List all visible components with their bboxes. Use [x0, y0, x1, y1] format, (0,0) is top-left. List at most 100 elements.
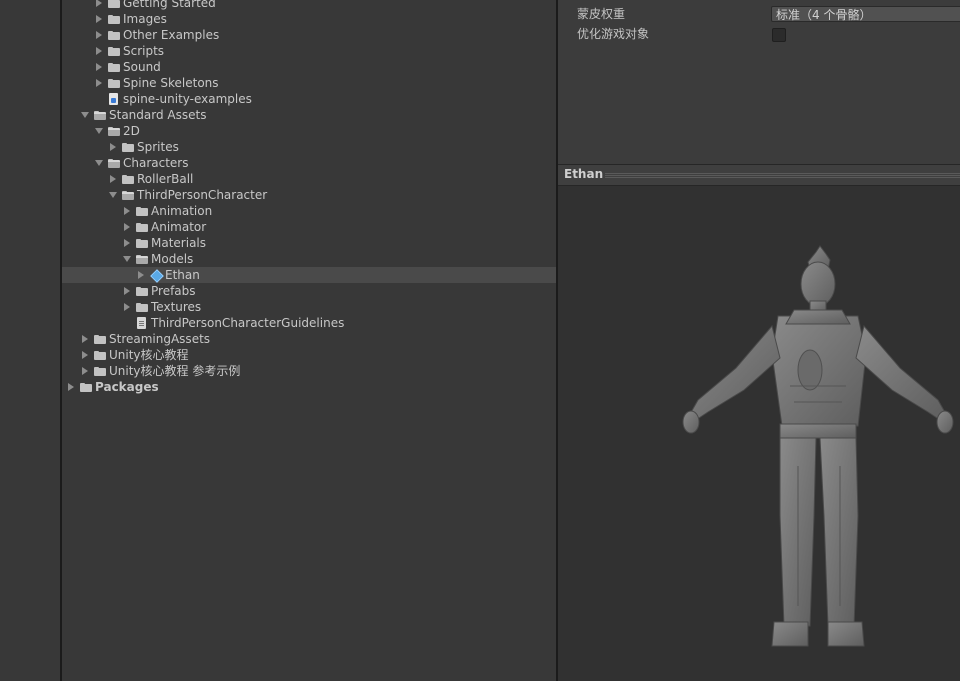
tree-row[interactable]: Sound	[62, 59, 556, 75]
folder-icon	[121, 171, 135, 187]
drag-grip	[605, 177, 960, 178]
tree-row[interactable]: spine-unity-examples	[62, 91, 556, 107]
left-side-panel	[0, 0, 60, 681]
tree-row[interactable]: Animation	[62, 203, 556, 219]
tree-row[interactable]: 2D	[62, 123, 556, 139]
tree-row[interactable]: Animator	[62, 219, 556, 235]
skin-weights-value: 标准（4 个骨骼）	[776, 8, 872, 22]
caret-right-icon[interactable]	[107, 139, 121, 155]
tree-row[interactable]: Characters	[62, 155, 556, 171]
tree-row[interactable]: ThirdPersonCharacterGuidelines	[62, 315, 556, 331]
preview-header[interactable]: Ethan	[558, 164, 960, 186]
tree-row[interactable]: Ethan	[62, 267, 556, 283]
folder-icon	[135, 219, 149, 235]
tree-row[interactable]: Models	[62, 251, 556, 267]
caret-right-icon[interactable]	[121, 203, 135, 219]
folder-open-icon	[107, 155, 121, 171]
caret-down-icon[interactable]	[93, 123, 107, 139]
folder-icon	[135, 235, 149, 251]
folder-icon	[93, 331, 107, 347]
tree-row[interactable]: Unity核心教程 参考示例	[62, 363, 556, 379]
caret-right-icon[interactable]	[93, 11, 107, 27]
folder-open-icon	[93, 107, 107, 123]
tree-row[interactable]: RollerBall	[62, 171, 556, 187]
tree-row[interactable]: Textures	[62, 299, 556, 315]
tree-row-label: Materials	[151, 236, 207, 250]
folder-icon	[107, 27, 121, 43]
tree-row-label: Unity核心教程 参考示例	[109, 364, 241, 378]
tree-row-label: Textures	[151, 300, 202, 314]
model-preview-viewport[interactable]	[558, 186, 960, 681]
caret-right-icon[interactable]	[79, 363, 93, 379]
tree-row[interactable]: Getting Started	[62, 0, 556, 11]
tree-row[interactable]: Other Examples	[62, 27, 556, 43]
caret-down-icon[interactable]	[107, 187, 121, 203]
tree-row[interactable]: Packages	[62, 379, 556, 395]
folder-icon	[121, 139, 135, 155]
caret-down-icon[interactable]	[93, 155, 107, 171]
folder-open-icon	[135, 251, 149, 267]
caret-right-icon[interactable]	[121, 299, 135, 315]
caret-right-icon[interactable]	[121, 283, 135, 299]
caret-right-icon[interactable]	[93, 59, 107, 75]
caret-right-icon[interactable]	[93, 75, 107, 91]
folder-icon	[79, 379, 93, 395]
tree-row-label: 2D	[123, 124, 140, 138]
project-tree-panel: Getting Started Images Other Examples Scrip…	[62, 0, 556, 681]
caret-right-icon[interactable]	[93, 0, 107, 11]
folder-icon	[107, 75, 121, 91]
character-model-render	[682, 245, 954, 647]
tree-row[interactable]: Sprites	[62, 139, 556, 155]
folder-open-icon	[107, 123, 121, 139]
caret-right-icon[interactable]	[121, 219, 135, 235]
tree-row-label: Images	[123, 12, 167, 26]
tree-row-label: Scripts	[123, 44, 165, 58]
drag-grip	[605, 173, 960, 174]
caret-right-icon[interactable]	[79, 347, 93, 363]
caret-down-icon[interactable]	[79, 107, 93, 123]
tree-row-label: Getting Started	[123, 0, 216, 10]
folder-icon	[93, 347, 107, 363]
tree-row-label: Models	[151, 252, 194, 266]
tree-row[interactable]: Prefabs	[62, 283, 556, 299]
tree-row[interactable]: Spine Skeletons	[62, 75, 556, 91]
folder-icon	[107, 0, 121, 11]
caret-down-icon[interactable]	[121, 251, 135, 267]
tree-row-label: ThirdPersonCharacterGuidelines	[151, 316, 345, 330]
caret-right-icon[interactable]	[65, 379, 79, 395]
tree-row[interactable]: Unity核心教程	[62, 347, 556, 363]
folder-icon	[135, 283, 149, 299]
model-icon	[149, 267, 163, 283]
skin-weights-label: 蒙皮权重	[577, 7, 626, 21]
tree-row[interactable]: Standard Assets	[62, 107, 556, 123]
caret-right-icon[interactable]	[93, 27, 107, 43]
caret-right-icon[interactable]	[93, 43, 107, 59]
folder-open-icon	[121, 187, 135, 203]
tree-row-label: spine-unity-examples	[123, 92, 252, 106]
caret-right-icon[interactable]	[121, 235, 135, 251]
skin-weights-dropdown[interactable]: 标准（4 个骨骼）	[771, 6, 960, 22]
tree-row-label: Other Examples	[123, 28, 220, 42]
tree-row[interactable]: Materials	[62, 235, 556, 251]
tree-row[interactable]: ThirdPersonCharacter	[62, 187, 556, 203]
folder-icon	[93, 363, 107, 379]
tree-row[interactable]: StreamingAssets	[62, 331, 556, 347]
folder-icon	[107, 59, 121, 75]
caret-right-icon	[93, 91, 107, 107]
drag-grip	[605, 175, 960, 176]
caret-right-icon[interactable]	[135, 267, 149, 283]
tree-row-label: ThirdPersonCharacter	[137, 188, 268, 202]
tree-row-label: Sound	[123, 60, 161, 74]
tree-row-label: Unity核心教程	[109, 348, 189, 362]
preview-title: Ethan	[564, 167, 604, 181]
tree-row[interactable]: Scripts	[62, 43, 556, 59]
tree-row[interactable]: Images	[62, 11, 556, 27]
optimize-game-objects-checkbox[interactable]	[772, 28, 786, 42]
tree-row-label: Characters	[123, 156, 189, 170]
folder-icon	[107, 11, 121, 27]
caret-right-icon[interactable]	[79, 331, 93, 347]
folder-icon	[107, 43, 121, 59]
tree-row-label: Standard Assets	[109, 108, 207, 122]
caret-right-icon[interactable]	[107, 171, 121, 187]
folder-icon	[135, 203, 149, 219]
